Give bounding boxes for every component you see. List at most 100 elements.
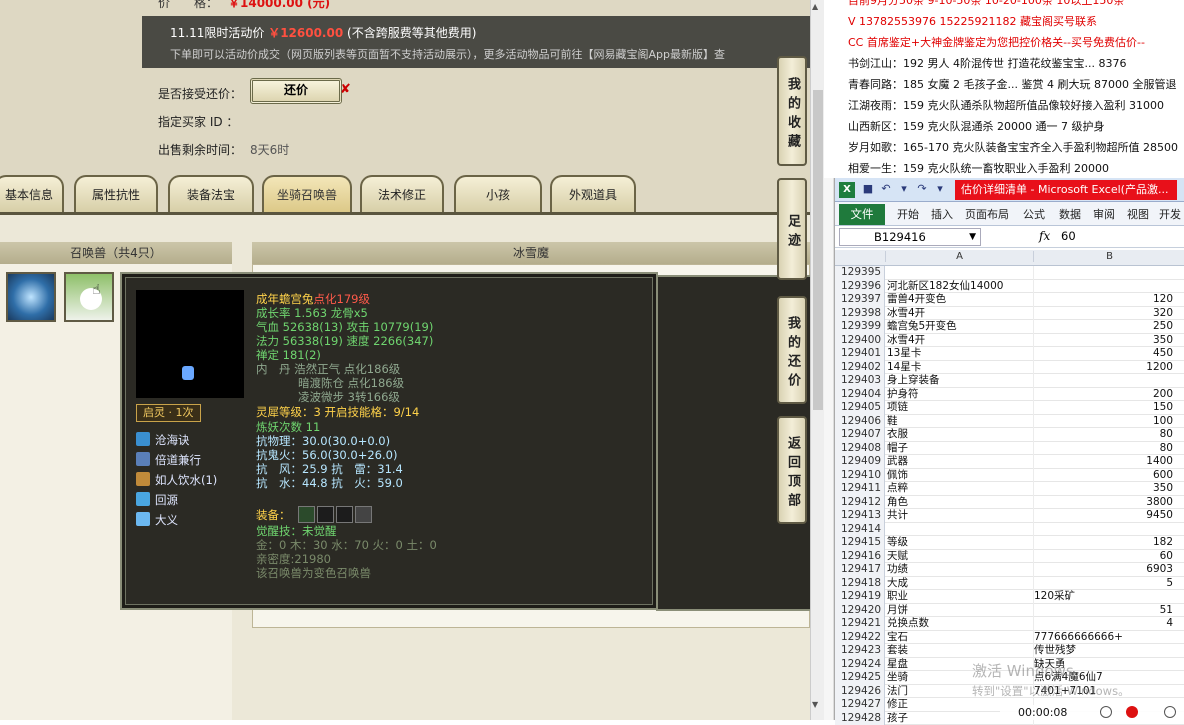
row-number[interactable]: 129395	[835, 266, 885, 280]
cell-a[interactable]: 等级	[887, 536, 1033, 549]
counter-offer-button[interactable]: 还价	[250, 78, 342, 104]
scrollbar-thumb[interactable]	[813, 90, 823, 410]
row-number[interactable]: 129428	[835, 712, 885, 725]
tab-equipment[interactable]: 装备法宝	[168, 175, 254, 212]
cell-b[interactable]: 9450	[1033, 509, 1173, 523]
row-number[interactable]: 129422	[835, 631, 885, 645]
ribbon-tab-formulas[interactable]: 公式	[1023, 206, 1045, 222]
row-number[interactable]: 129397	[835, 293, 885, 307]
cell-b[interactable]: 450	[1033, 347, 1173, 361]
cell-b[interactable]: 200	[1033, 388, 1173, 402]
row-number[interactable]: 129416	[835, 550, 885, 564]
cell-b[interactable]: 5	[1033, 577, 1173, 591]
row-number[interactable]: 129398	[835, 307, 885, 321]
undo-icon[interactable]: ↶	[879, 182, 893, 196]
cell-b[interactable]: 传世残梦	[1033, 644, 1173, 658]
row-number[interactable]: 129418	[835, 577, 885, 591]
cell-b[interactable]: 350	[1033, 334, 1173, 348]
cell-a[interactable]: 护身符	[887, 388, 1033, 401]
cell-a[interactable]: 蟾宫兔5开变色	[887, 320, 1033, 333]
row-number[interactable]: 129404	[835, 388, 885, 402]
row-number[interactable]: 129424	[835, 658, 885, 672]
ribbon-tab-view[interactable]: 视图	[1127, 206, 1149, 222]
row-number[interactable]: 129402	[835, 361, 885, 375]
cell-a[interactable]: 衣服	[887, 428, 1033, 441]
row-number[interactable]: 129406	[835, 415, 885, 429]
chevron-down-icon[interactable]: ▾	[933, 182, 947, 196]
tab-children[interactable]: 小孩	[454, 175, 542, 212]
cell-a[interactable]: 鞋	[887, 415, 1033, 428]
cell-b[interactable]	[1033, 266, 1173, 280]
cell-a[interactable]: 角色	[887, 496, 1033, 509]
row-number[interactable]: 129412	[835, 496, 885, 510]
cell-a[interactable]: 天赋	[887, 550, 1033, 563]
cell-a[interactable]: 大成	[887, 577, 1033, 590]
back-to-top-button[interactable]: 返回顶部	[777, 416, 807, 524]
cell-a[interactable]: 佩饰	[887, 469, 1033, 482]
camera-icon[interactable]	[1164, 706, 1176, 718]
row-number[interactable]: 129399	[835, 320, 885, 334]
cell-b[interactable]: 60	[1033, 550, 1173, 564]
cell-b[interactable]: 51	[1033, 604, 1173, 618]
my-favorites-button[interactable]: 我的收藏	[777, 56, 807, 166]
cell-b[interactable]	[1033, 523, 1173, 537]
row-number[interactable]: 129405	[835, 401, 885, 415]
row-number[interactable]: 129427	[835, 698, 885, 712]
cell-b[interactable]: 4	[1033, 617, 1173, 631]
cell-a[interactable]: 月饼	[887, 604, 1033, 617]
ribbon-tab-developer[interactable]: 开发	[1159, 206, 1181, 222]
row-number[interactable]: 129417	[835, 563, 885, 577]
cell-b[interactable]: 120采矿	[1033, 590, 1173, 604]
ribbon-tab-data[interactable]: 数据	[1059, 206, 1081, 222]
cell-a[interactable]: 职业	[887, 590, 1033, 603]
file-tab[interactable]: 文件	[839, 204, 885, 225]
formula-input[interactable]: 60	[1061, 229, 1076, 243]
cell-b[interactable]: 1400	[1033, 455, 1173, 469]
save-icon[interactable]: ■	[861, 182, 875, 196]
cell-b[interactable]: 182	[1033, 536, 1173, 550]
cell-b[interactable]: 320	[1033, 307, 1173, 321]
row-number[interactable]: 129420	[835, 604, 885, 618]
ribbon-tab-insert[interactable]: 插入	[931, 206, 953, 222]
pause-icon[interactable]	[1100, 706, 1112, 718]
cell-a[interactable]: 共计	[887, 509, 1033, 522]
row-number[interactable]: 129419	[835, 590, 885, 604]
cell-a[interactable]: 套装	[887, 644, 1033, 657]
name-box[interactable]: B129416▼	[839, 228, 981, 246]
cell-a[interactable]: 项链	[887, 401, 1033, 414]
cell-b[interactable]: 150	[1033, 401, 1173, 415]
cell-a[interactable]: 14星卡	[887, 361, 1033, 374]
footprint-button[interactable]: 足迹	[777, 178, 807, 280]
cell-a[interactable]: 兑换点数	[887, 617, 1033, 630]
row-number[interactable]: 129403	[835, 374, 885, 388]
row-number[interactable]: 129396	[835, 280, 885, 294]
row-number[interactable]: 129400	[835, 334, 885, 348]
cell-b[interactable]: 80	[1033, 442, 1173, 456]
cell-b[interactable]: 120	[1033, 293, 1173, 307]
pet-thumbnail[interactable]	[64, 272, 114, 322]
row-number[interactable]: 129408	[835, 442, 885, 456]
cell-a[interactable]: 13星卡	[887, 347, 1033, 360]
cell-a[interactable]: 帽子	[887, 442, 1033, 455]
cell-b[interactable]: 3800	[1033, 496, 1173, 510]
my-counter-offers-button[interactable]: 我的还价	[777, 296, 807, 404]
chevron-down-icon[interactable]: ▼	[969, 229, 976, 245]
row-number[interactable]: 129409	[835, 455, 885, 469]
row-number[interactable]: 129425	[835, 671, 885, 685]
fx-icon[interactable]: fx	[1039, 229, 1050, 243]
cell-b[interactable]: 350	[1033, 482, 1173, 496]
pet-thumbnail[interactable]	[6, 272, 56, 322]
tab-appearance[interactable]: 外观道具	[550, 175, 636, 212]
cell-b[interactable]	[1033, 280, 1173, 294]
row-number[interactable]: 129421	[835, 617, 885, 631]
cell-b[interactable]	[1033, 374, 1173, 388]
tab-attributes[interactable]: 属性抗性	[74, 175, 158, 212]
cell-b[interactable]: 777666666666+	[1033, 631, 1173, 645]
row-number[interactable]: 129415	[835, 536, 885, 550]
cell-a[interactable]: 冰雪4开	[887, 307, 1033, 320]
cell-a[interactable]: 功绩	[887, 563, 1033, 576]
browser-scrollbar[interactable]: ▲ ▼	[810, 0, 824, 720]
cell-a[interactable]: 身上穿装备	[887, 374, 1033, 387]
close-icon[interactable]: ✘	[340, 82, 351, 97]
cell-a[interactable]: 武器	[887, 455, 1033, 468]
